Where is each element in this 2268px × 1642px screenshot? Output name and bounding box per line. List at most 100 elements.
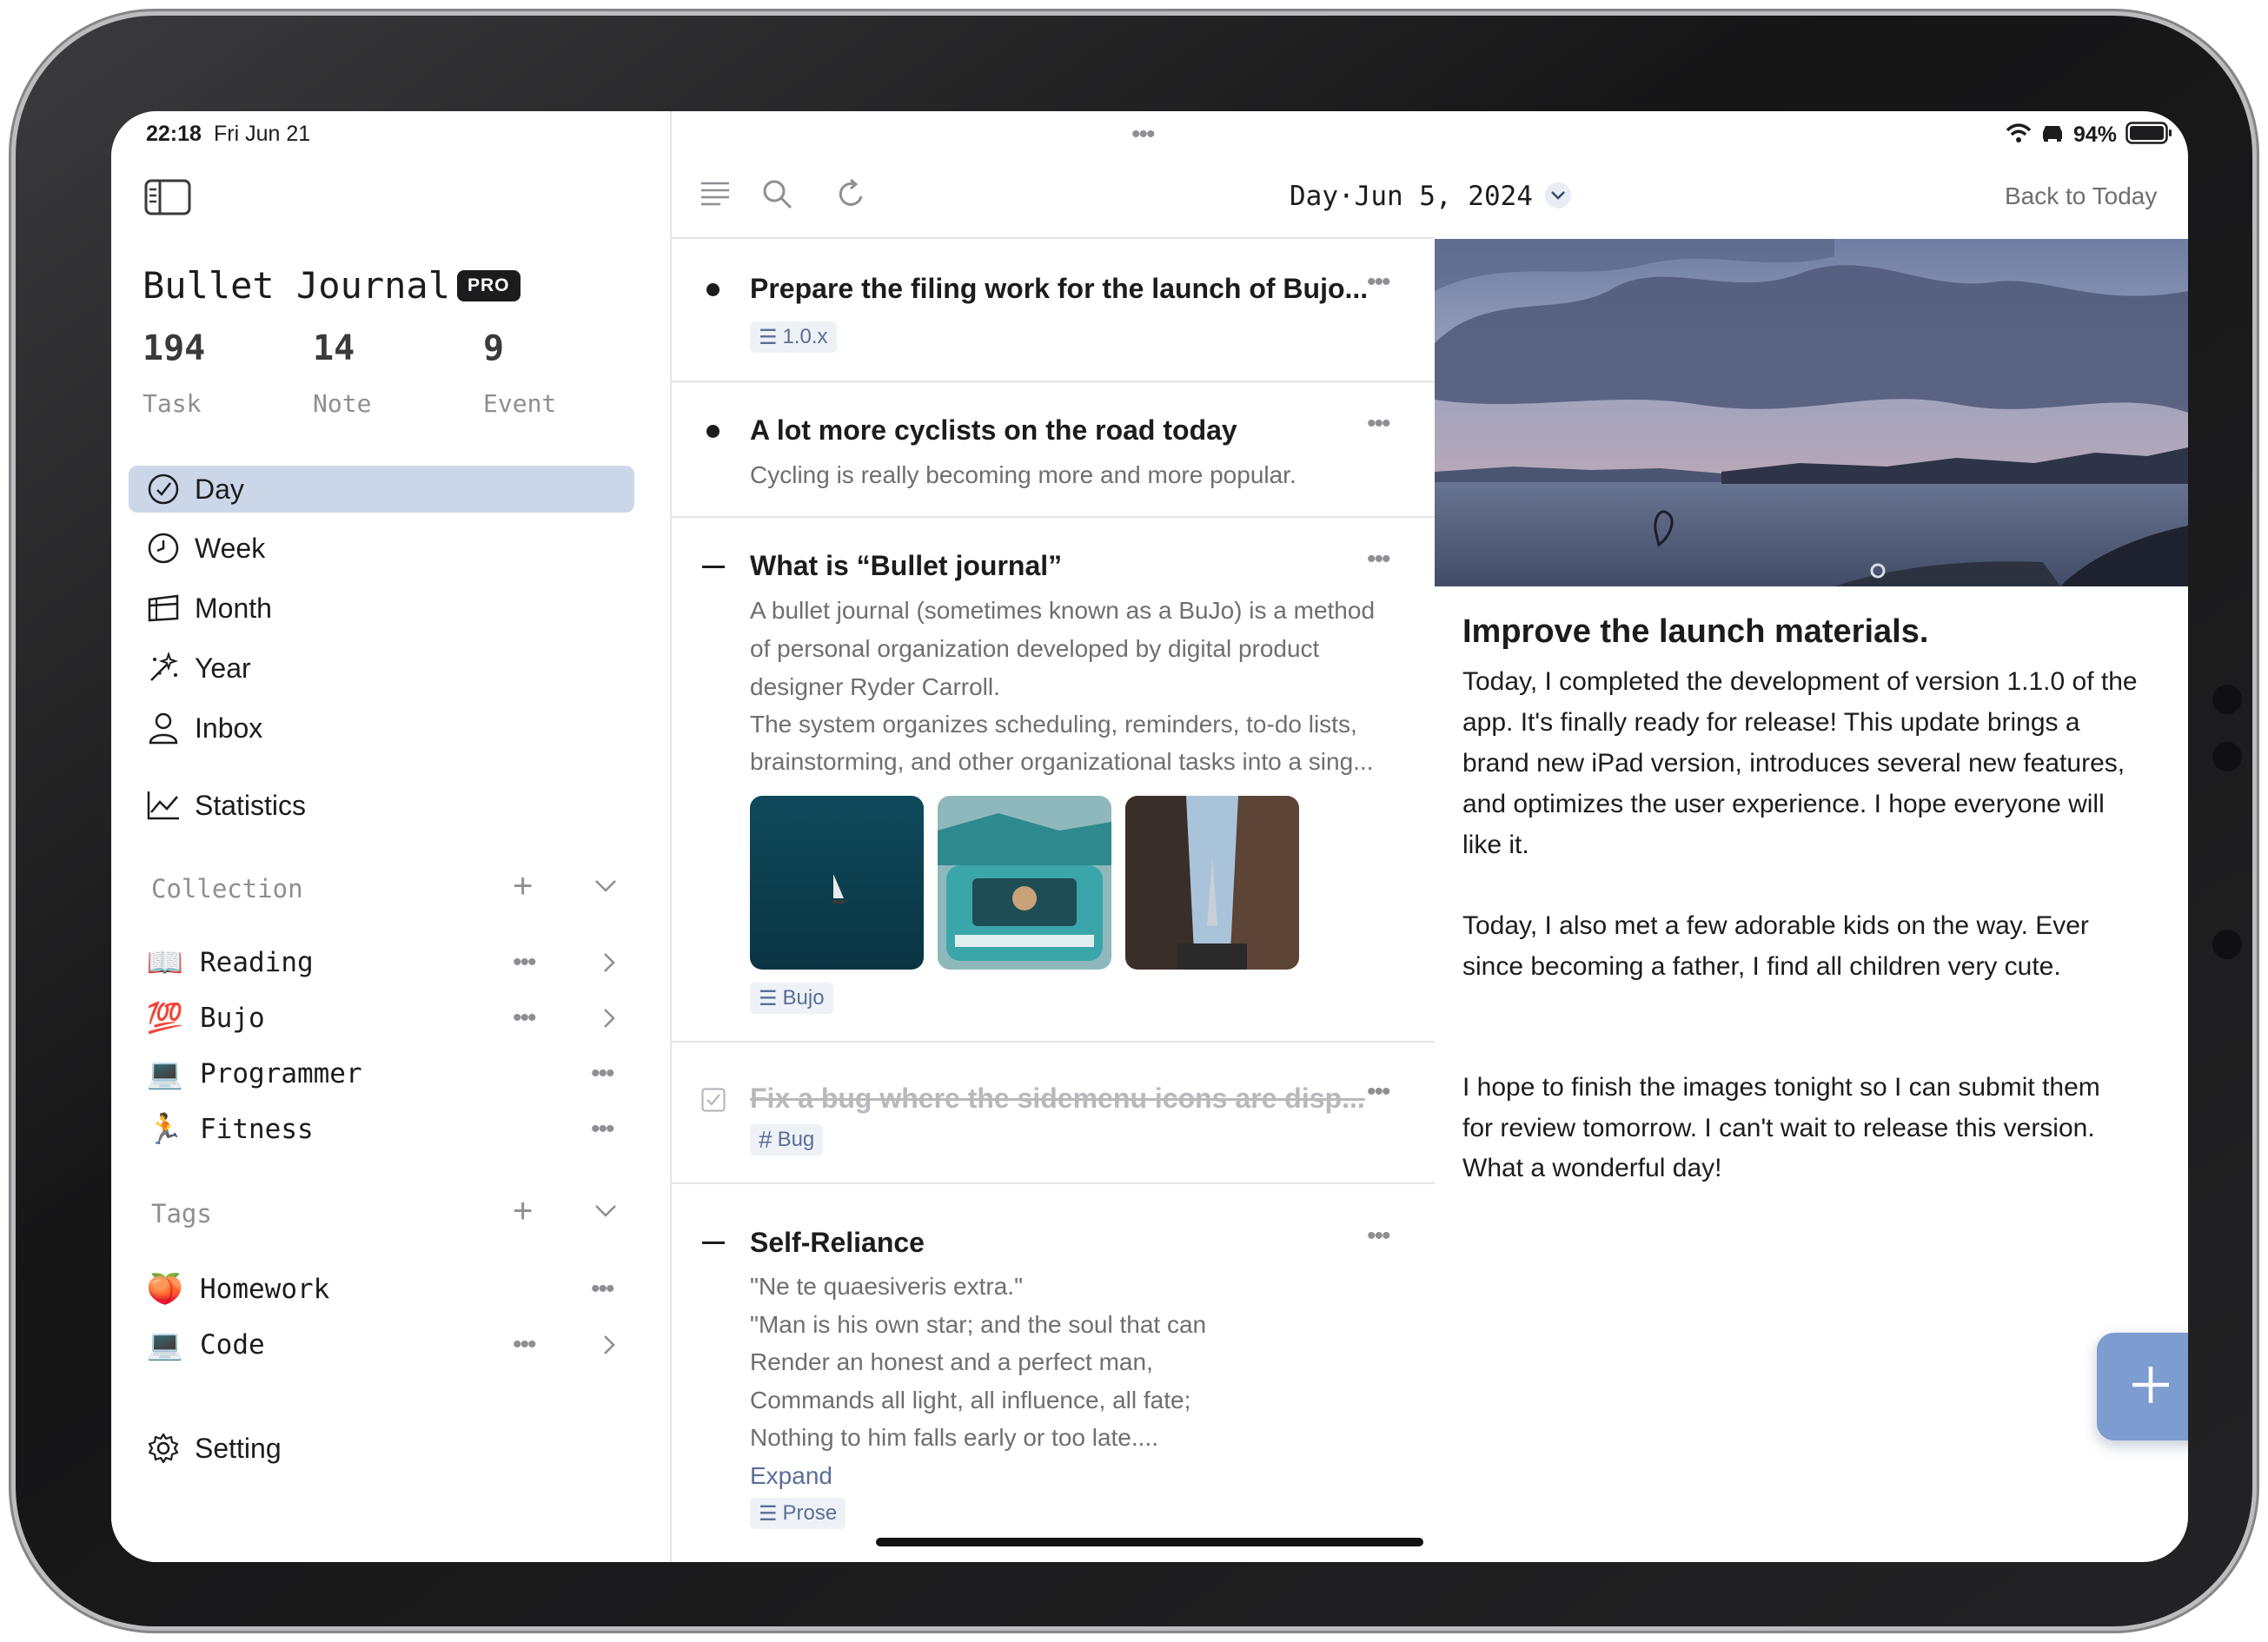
nav-year[interactable]: Year	[129, 645, 634, 692]
chevron-right-icon[interactable]	[603, 1008, 615, 1033]
detail-paragraph: What a wonderful day!	[1462, 1148, 2175, 1188]
chevron-right-icon[interactable]	[603, 1334, 615, 1360]
task-bullet-icon[interactable]	[706, 283, 720, 296]
collection-tag[interactable]: ☰ Bujo	[750, 983, 833, 1014]
month-icon	[144, 589, 182, 627]
refresh-icon[interactable]	[835, 177, 868, 215]
stat-label: Event	[483, 389, 557, 418]
cover-photo[interactable]	[1435, 239, 2188, 586]
status-date: Fri Jun 21	[214, 122, 311, 146]
nav-statistics[interactable]: Statistics	[129, 782, 634, 829]
nav-setting[interactable]: Setting	[129, 1425, 634, 1472]
more-icon[interactable]: •••	[1367, 1077, 1390, 1107]
photo-sailboat[interactable]	[750, 796, 924, 970]
entry-list: Prepare the filing work for the launch o…	[672, 111, 1435, 1562]
tag-item-homework[interactable]: 🍑 Homework •••	[146, 1265, 633, 1314]
person-icon	[144, 709, 182, 747]
collection-tag[interactable]: ☰ 1.0.x	[750, 321, 837, 353]
more-icon[interactable]: •••	[513, 1003, 536, 1033]
hundred-icon: 💯	[146, 1002, 184, 1035]
entry-body-line: Render an honest and a perfect man,	[750, 1348, 1153, 1375]
detail-line: for review tomorrow. I can't wait to rel…	[1462, 1114, 2095, 1142]
entry-body: Cycling is really becoming more and more…	[750, 461, 1296, 488]
nav-day[interactable]: Day	[129, 466, 634, 513]
expand-link[interactable]: Expand	[750, 1457, 832, 1495]
more-icon[interactable]: •••	[513, 948, 536, 977]
clock-icon	[144, 529, 182, 567]
stat-value: 9	[483, 328, 505, 368]
hashtag-tag[interactable]: # Bug	[750, 1124, 824, 1155]
tag-item-code[interactable]: 💻 Code •••	[146, 1321, 633, 1369]
nav-month[interactable]: Month	[129, 585, 634, 632]
runner-icon: 🏃	[146, 1113, 184, 1146]
photo-taxi[interactable]	[938, 796, 1111, 970]
list-format-icon[interactable]	[700, 181, 731, 213]
detail-paragraph: Today, I also met a few adorable kids on…	[1462, 905, 2175, 987]
app-title: Bullet Journal	[143, 264, 451, 307]
entry-body-line: A bullet journal (sometimes known as a B…	[750, 597, 1376, 624]
laptop-icon: 💻	[146, 1328, 184, 1361]
checkbox-checked-icon[interactable]	[701, 1088, 726, 1116]
add-entry-button[interactable]	[2097, 1333, 2188, 1440]
more-icon[interactable]: •••	[513, 1330, 536, 1360]
collection-item-reading[interactable]: 📖 Reading •••	[146, 938, 633, 987]
chevron-down-icon[interactable]	[594, 1204, 617, 1222]
entry-body-line: "Man is his own star; and the soul that …	[750, 1311, 1207, 1338]
chevron-down-icon[interactable]	[594, 879, 617, 897]
detail-line: and optimizes the user experience. I hop…	[1462, 790, 2105, 818]
detail-line: brand new iPad version, introduces sever…	[1462, 749, 2125, 778]
toolbar-divider	[672, 237, 1435, 239]
more-icon[interactable]: •••	[1367, 409, 1390, 439]
more-icon[interactable]: •••	[1367, 1222, 1390, 1251]
detail-line: like it.	[1462, 831, 1529, 859]
collection-item-programmer[interactable]: 💻 Programmer •••	[146, 1049, 633, 1098]
more-icon[interactable]: •••	[591, 1115, 614, 1144]
collection-item-fitness[interactable]: 🏃 Fitness •••	[146, 1105, 633, 1154]
photo-street[interactable]	[1125, 796, 1299, 970]
day-icon	[144, 470, 182, 508]
detail-line: What a wonderful day!	[1462, 1154, 1722, 1182]
divider	[672, 516, 1435, 518]
collection-label: Reading	[200, 947, 314, 978]
hashtag-icon: #	[759, 1126, 773, 1153]
add-tag-icon[interactable]: +	[513, 1192, 533, 1231]
sensor-dot	[2212, 685, 2242, 714]
detail-line: app. It's finally ready for release! Thi…	[1462, 708, 2080, 737]
stat-value: 194	[143, 328, 206, 368]
detail-paragraph: I hope to finish the images tonight so I…	[1462, 1067, 2175, 1149]
gear-icon	[144, 1429, 182, 1467]
collection-tag[interactable]: ☰ Prose	[750, 1498, 846, 1529]
task-bullet-icon[interactable]	[706, 425, 720, 438]
divider	[672, 1182, 1435, 1184]
divider	[672, 1041, 1435, 1043]
laptop-icon: 💻	[146, 1057, 184, 1090]
more-icon[interactable]: •••	[1367, 545, 1390, 574]
tag-label: Homework	[200, 1274, 330, 1305]
sensor-dot	[2212, 930, 2242, 959]
detail-line: Today, I also met a few adorable kids on…	[1462, 911, 2089, 940]
more-icon[interactable]: •••	[591, 1059, 614, 1089]
chevron-right-icon[interactable]	[603, 952, 615, 977]
entry-title: What is “Bullet journal”	[750, 550, 1063, 581]
stat-label: Task	[143, 389, 202, 418]
stat-value: 14	[313, 328, 355, 368]
entry-title: Self-Reliance	[750, 1227, 925, 1258]
entry-body-line: Commands all light, all influence, all f…	[750, 1387, 1191, 1414]
sidebar: 22:18 Fri Jun 21 Bullet Journal PRO 194 …	[111, 111, 672, 1562]
nav-week[interactable]: Week	[129, 525, 634, 572]
collection-item-bujo[interactable]: 💯 Bujo •••	[146, 994, 633, 1043]
add-collection-icon[interactable]: +	[513, 867, 533, 906]
home-indicator[interactable]	[876, 1538, 1423, 1546]
ipad-frame: 22:18 Fri Jun 21 Bullet Journal PRO 194 …	[16, 16, 2252, 1626]
tag-label: Bujo	[782, 986, 825, 1010]
more-icon[interactable]: •••	[591, 1275, 614, 1304]
sidebar-toggle-icon[interactable]	[144, 179, 191, 220]
more-icon[interactable]: •••	[1367, 268, 1390, 297]
tag-label: Code	[200, 1329, 265, 1361]
detail-line: since becoming a father, I find all chil…	[1462, 952, 2061, 981]
entry-body-line: Nothing to him falls early or too late..…	[750, 1424, 1158, 1451]
search-icon[interactable]	[762, 179, 793, 215]
note-dash-icon	[702, 1241, 725, 1244]
nav-label: Statistics	[195, 789, 307, 821]
nav-inbox[interactable]: Inbox	[129, 705, 634, 751]
